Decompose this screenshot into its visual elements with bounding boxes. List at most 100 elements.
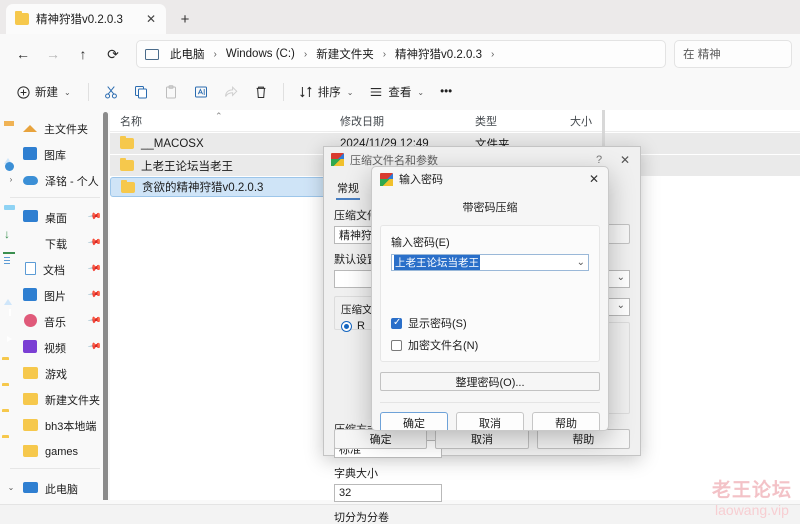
encrypt-filenames-checkbox[interactable]: 加密文件名(N)	[391, 337, 589, 353]
column-headers: 名称 修改日期 类型 大小 ⌃	[110, 110, 800, 132]
breadcrumb-item-0[interactable]: 此电脑	[167, 44, 208, 64]
breadcrumb-item-1[interactable]: Windows (C:)	[223, 46, 298, 62]
sidebar-item-gallery[interactable]: 图库	[2, 140, 106, 166]
sort-button-label: 排序	[317, 87, 341, 99]
share-button[interactable]	[217, 79, 245, 106]
cut-button[interactable]	[97, 79, 125, 106]
cancel-button[interactable]: 取消	[435, 429, 529, 449]
pin-icon: 📌	[87, 286, 103, 302]
dictionary-size-select[interactable]: 32	[334, 484, 442, 502]
tab-strip: 精神狩猎v0.2.0.3 ✕ +	[0, 0, 800, 34]
sidebar-item-games[interactable]: games	[2, 437, 106, 463]
delete-icon	[256, 86, 266, 98]
ok-button[interactable]: 确定	[380, 412, 448, 430]
ok-button[interactable]: 确定	[334, 429, 428, 449]
chevron-down-icon[interactable]: ⌄	[577, 257, 585, 268]
documents-icon	[25, 261, 36, 275]
sidebar-item-new-folder[interactable]: 新建文件夹	[2, 385, 106, 411]
sidebar-item-label: 下载	[45, 239, 67, 251]
sidebar-item-videos[interactable]: 视频 📌	[2, 333, 106, 359]
expander-icon[interactable]: ›	[6, 175, 16, 184]
format-radio-label: R	[357, 320, 365, 332]
sidebar-item-label: 音乐	[44, 317, 66, 329]
tab-general[interactable]: 常规	[336, 178, 360, 200]
sidebar-divider	[10, 468, 100, 469]
sidebar-item-documents[interactable]: 文档 📌	[2, 255, 106, 281]
view-button-label: 查看	[388, 87, 412, 99]
pin-icon: 📌	[87, 234, 103, 250]
expander-icon[interactable]: ⌄	[6, 483, 16, 492]
view-button[interactable]: 查看 ⌄	[362, 79, 431, 106]
winrar-icon	[380, 172, 393, 186]
sidebar-item-label: 桌面	[45, 213, 67, 225]
help-icon[interactable]: ?	[590, 154, 608, 166]
new-tab-button[interactable]: +	[172, 6, 198, 32]
pictures-icon	[23, 287, 37, 301]
tab-current-folder[interactable]: 精神狩猎v0.2.0.3 ✕	[6, 4, 166, 34]
sidebar-item-label: 图片	[44, 291, 66, 303]
sidebar-item-downloads[interactable]: 下载 📌	[2, 229, 106, 255]
breadcrumb[interactable]: 此电脑 › Windows (C:) › 新建文件夹 › 精神狩猎v0.2.0.…	[136, 40, 666, 68]
close-icon[interactable]: ✕	[142, 10, 160, 28]
pin-icon: 📌	[87, 260, 103, 276]
sidebar-item-bh3[interactable]: bh3本地端	[2, 411, 106, 437]
command-toolbar: 新建 ⌄ 排序 ⌄ 查看 ⌄ •••	[0, 74, 800, 110]
folder-icon	[23, 444, 38, 457]
file-name: __MACOSX	[141, 137, 204, 150]
sidebar-scrollbar[interactable]	[103, 112, 108, 500]
sidebar-item-label: 视频	[44, 343, 66, 355]
chevron-down-icon: ⌄	[64, 87, 71, 97]
help-button[interactable]: 帮助	[532, 412, 600, 430]
chevron-right-icon: ›	[382, 48, 387, 60]
sidebar-item-games-cn[interactable]: 游戏	[2, 359, 106, 385]
forward-icon[interactable]: →	[38, 39, 68, 69]
organize-passwords-button[interactable]: 整理密码(O)...	[380, 372, 600, 391]
search-input[interactable]: 在 精神	[674, 40, 792, 68]
winrar-enter-password-dialog: 输入密码 ✕ 带密码压缩 输入密码(E) 上老王论坛当老王 ⌄ 显示密码(S) …	[371, 166, 609, 431]
sidebar-item-label: 新建文件夹	[45, 395, 100, 407]
rename-button[interactable]	[187, 79, 215, 106]
up-icon[interactable]: ↑	[68, 39, 98, 69]
chevron-right-icon: ›	[303, 48, 308, 60]
cancel-button[interactable]: 取消	[456, 412, 524, 430]
sidebar-item-label: 此电脑	[45, 484, 78, 496]
copy-button[interactable]	[127, 79, 155, 106]
sidebar-item-this-pc[interactable]: ⌄ 此电脑	[2, 474, 106, 500]
more-options-button[interactable]: •••	[433, 79, 459, 106]
sidebar-item-onedrive[interactable]: › 泽铭 - 个人	[2, 166, 106, 192]
sidebar-item-pictures[interactable]: 图片 📌	[2, 281, 106, 307]
close-icon[interactable]: ✕	[614, 153, 636, 167]
password-input[interactable]: 上老王论坛当老王 ⌄	[391, 254, 589, 271]
dialog-heading: 带密码压缩	[462, 202, 518, 214]
delete-button[interactable]	[247, 79, 275, 106]
breadcrumb-item-3[interactable]: 精神狩猎v0.2.0.3	[392, 44, 485, 64]
file-name-cell: 贪欲的精神狩猎v0.2.0.3	[111, 179, 331, 195]
breadcrumb-item-2[interactable]: 新建文件夹	[313, 44, 377, 64]
back-icon[interactable]: ←	[8, 39, 38, 69]
sidebar-divider	[10, 197, 100, 198]
help-button[interactable]: 帮助	[536, 429, 630, 449]
toolbar-divider	[282, 83, 284, 101]
sort-indicator-icon: ⌃	[215, 111, 223, 121]
chevron-down-icon: ⌄	[346, 87, 354, 97]
radio-icon	[341, 320, 352, 332]
file-name-cell: 上老王论坛当老王	[110, 158, 330, 174]
sort-icon	[299, 86, 312, 98]
sidebar-item-music[interactable]: 音乐 📌	[2, 307, 106, 333]
column-header-size[interactable]: 大小	[560, 113, 630, 129]
sidebar-item-desktop[interactable]: 桌面 📌	[2, 203, 106, 229]
sidebar-item-home[interactable]: 主文件夹	[2, 114, 106, 140]
dialog-button-row: 确定 取消 帮助	[380, 402, 600, 430]
refresh-icon[interactable]: ⟳	[98, 39, 128, 69]
dialog-title-bar: 输入密码 ✕	[372, 167, 608, 191]
show-password-checkbox[interactable]: 显示密码(S)	[391, 315, 589, 331]
password-value: 上老王论坛当老王	[394, 255, 480, 270]
new-button[interactable]: 新建 ⌄	[10, 79, 80, 106]
winrar-icon	[331, 153, 344, 166]
sort-button[interactable]: 排序 ⌄	[292, 79, 361, 106]
column-header-type[interactable]: 类型	[465, 113, 560, 129]
close-icon[interactable]: ✕	[582, 172, 606, 186]
downloads-icon	[23, 235, 38, 249]
paste-button[interactable]	[157, 79, 185, 106]
column-header-date[interactable]: 修改日期	[330, 113, 465, 129]
